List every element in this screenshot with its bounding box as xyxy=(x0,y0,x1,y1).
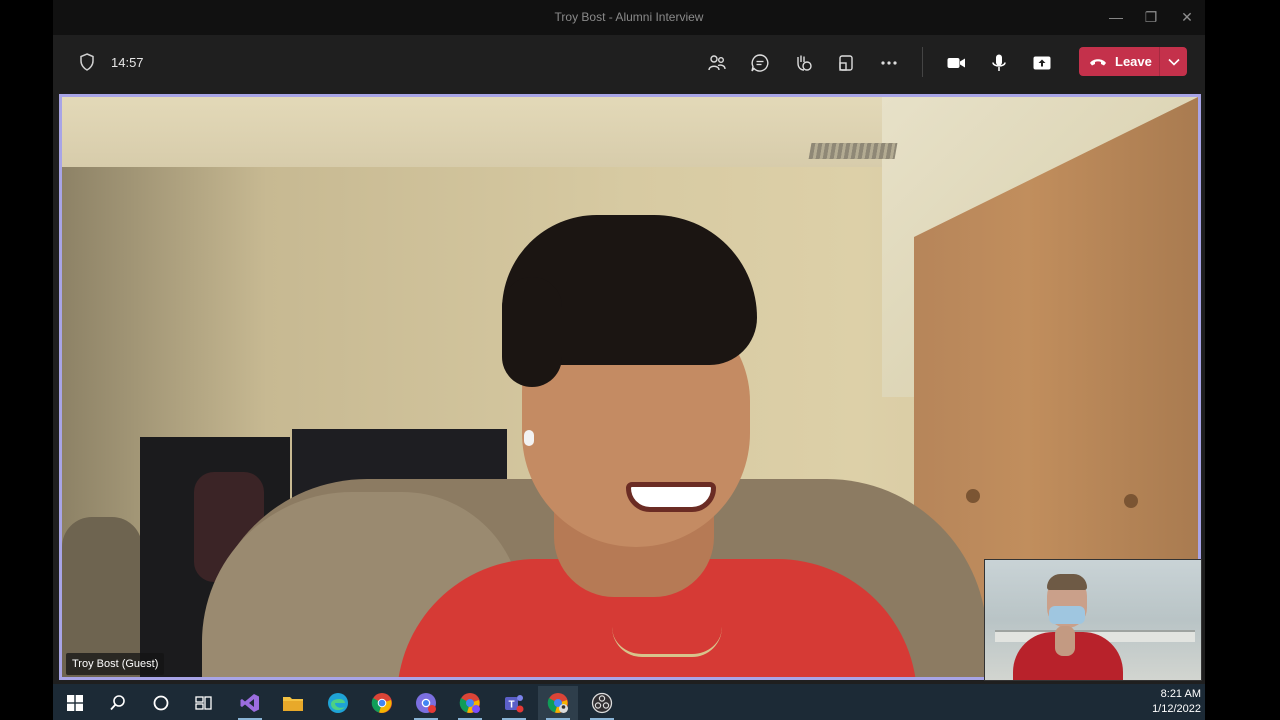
shield-icon xyxy=(80,53,94,71)
rooms-icon xyxy=(839,55,853,71)
more-options-button[interactable] xyxy=(875,50,903,76)
teams-icon: T xyxy=(505,695,524,713)
taskbar-search-button[interactable] xyxy=(98,686,138,720)
reactions-button[interactable] xyxy=(789,50,817,76)
self-view-hand xyxy=(1055,626,1075,656)
microphone-button[interactable] xyxy=(985,50,1013,76)
video-person-smile xyxy=(626,482,716,512)
leave-button-group: Leave xyxy=(1079,47,1187,76)
camera-icon xyxy=(947,58,965,68)
chrome-profile-icon xyxy=(547,693,568,713)
participant-name-tag: Troy Bost (Guest) xyxy=(66,653,165,675)
task-view-icon xyxy=(195,696,212,710)
video-vent xyxy=(808,143,898,159)
share-screen-button[interactable] xyxy=(1028,50,1056,76)
toolbar-divider xyxy=(922,47,923,77)
video-necklace xyxy=(612,627,722,657)
self-view-video[interactable] xyxy=(984,559,1202,681)
video-closet-knob xyxy=(1124,494,1138,508)
chat-button[interactable] xyxy=(746,50,774,76)
chrome-icon xyxy=(371,693,392,713)
taskbar-app-edge[interactable] xyxy=(318,686,358,720)
more-icon xyxy=(881,61,897,65)
taskbar-app-chrome-profile[interactable] xyxy=(406,686,446,720)
video-earbud xyxy=(524,430,534,446)
chevron-down-icon xyxy=(1167,58,1180,66)
clock-date: 1/12/2022 xyxy=(1152,703,1201,715)
start-button[interactable] xyxy=(55,686,95,720)
title-bar: Troy Bost - Alumni Interview — ❐ ✕ xyxy=(53,0,1205,35)
mic-icon xyxy=(992,54,1006,71)
camera-button[interactable] xyxy=(942,50,970,76)
restore-button[interactable]: ❐ xyxy=(1140,8,1162,26)
visual-studio-icon xyxy=(240,694,259,712)
video-person-hair xyxy=(502,277,562,387)
window-title: Troy Bost - Alumni Interview xyxy=(554,10,704,24)
cortana-button[interactable] xyxy=(141,686,181,720)
hang-up-icon xyxy=(1090,58,1106,65)
leave-button[interactable]: Leave xyxy=(1079,47,1159,76)
taskbar-app-chrome-active[interactable] xyxy=(538,686,578,720)
share-icon xyxy=(1033,56,1051,70)
taskbar-app-file-explorer[interactable] xyxy=(273,686,313,720)
chrome-profile-icon xyxy=(459,693,480,713)
chrome-profile-icon xyxy=(416,693,436,713)
cortana-icon xyxy=(153,695,169,711)
self-view-face-mask xyxy=(1049,606,1085,624)
participants-icon xyxy=(708,55,726,71)
obs-icon xyxy=(591,692,613,714)
chat-icon xyxy=(751,54,769,72)
svg-text:T: T xyxy=(509,700,515,711)
task-view-button[interactable] xyxy=(184,686,224,720)
taskbar-app-chrome-profile[interactable] xyxy=(450,686,490,720)
taskbar-app-teams[interactable]: T xyxy=(494,686,534,720)
windows-taskbar: T 8:21 AM 1/12/2022 xyxy=(53,684,1205,720)
meeting-timer: 14:57 xyxy=(111,55,144,70)
minimize-button[interactable]: — xyxy=(1105,8,1127,26)
edge-icon xyxy=(328,693,348,713)
rooms-button[interactable] xyxy=(832,50,860,76)
meeting-toolbar: 14:57 Leave xyxy=(53,35,1205,91)
file-explorer-icon xyxy=(283,697,303,711)
close-button[interactable]: ✕ xyxy=(1176,8,1198,26)
participants-button[interactable] xyxy=(703,50,731,76)
windows-start-icon xyxy=(67,695,83,711)
system-clock[interactable]: 8:21 AM 1/12/2022 xyxy=(1141,687,1201,717)
taskbar-app-obs[interactable] xyxy=(582,686,622,720)
self-view-person-hair xyxy=(1047,574,1087,590)
leave-label: Leave xyxy=(1115,54,1152,69)
clock-time: 8:21 AM xyxy=(1160,688,1201,700)
leave-options-button[interactable] xyxy=(1160,47,1187,76)
taskbar-app-chrome[interactable] xyxy=(362,686,402,720)
video-closet-knob xyxy=(966,489,980,503)
taskbar-app-visual-studio[interactable] xyxy=(230,686,270,720)
screen: Troy Bost - Alumni Interview — ❐ ✕ 14:57 xyxy=(0,0,1280,720)
search-icon xyxy=(110,695,125,711)
reactions-icon xyxy=(797,55,812,71)
